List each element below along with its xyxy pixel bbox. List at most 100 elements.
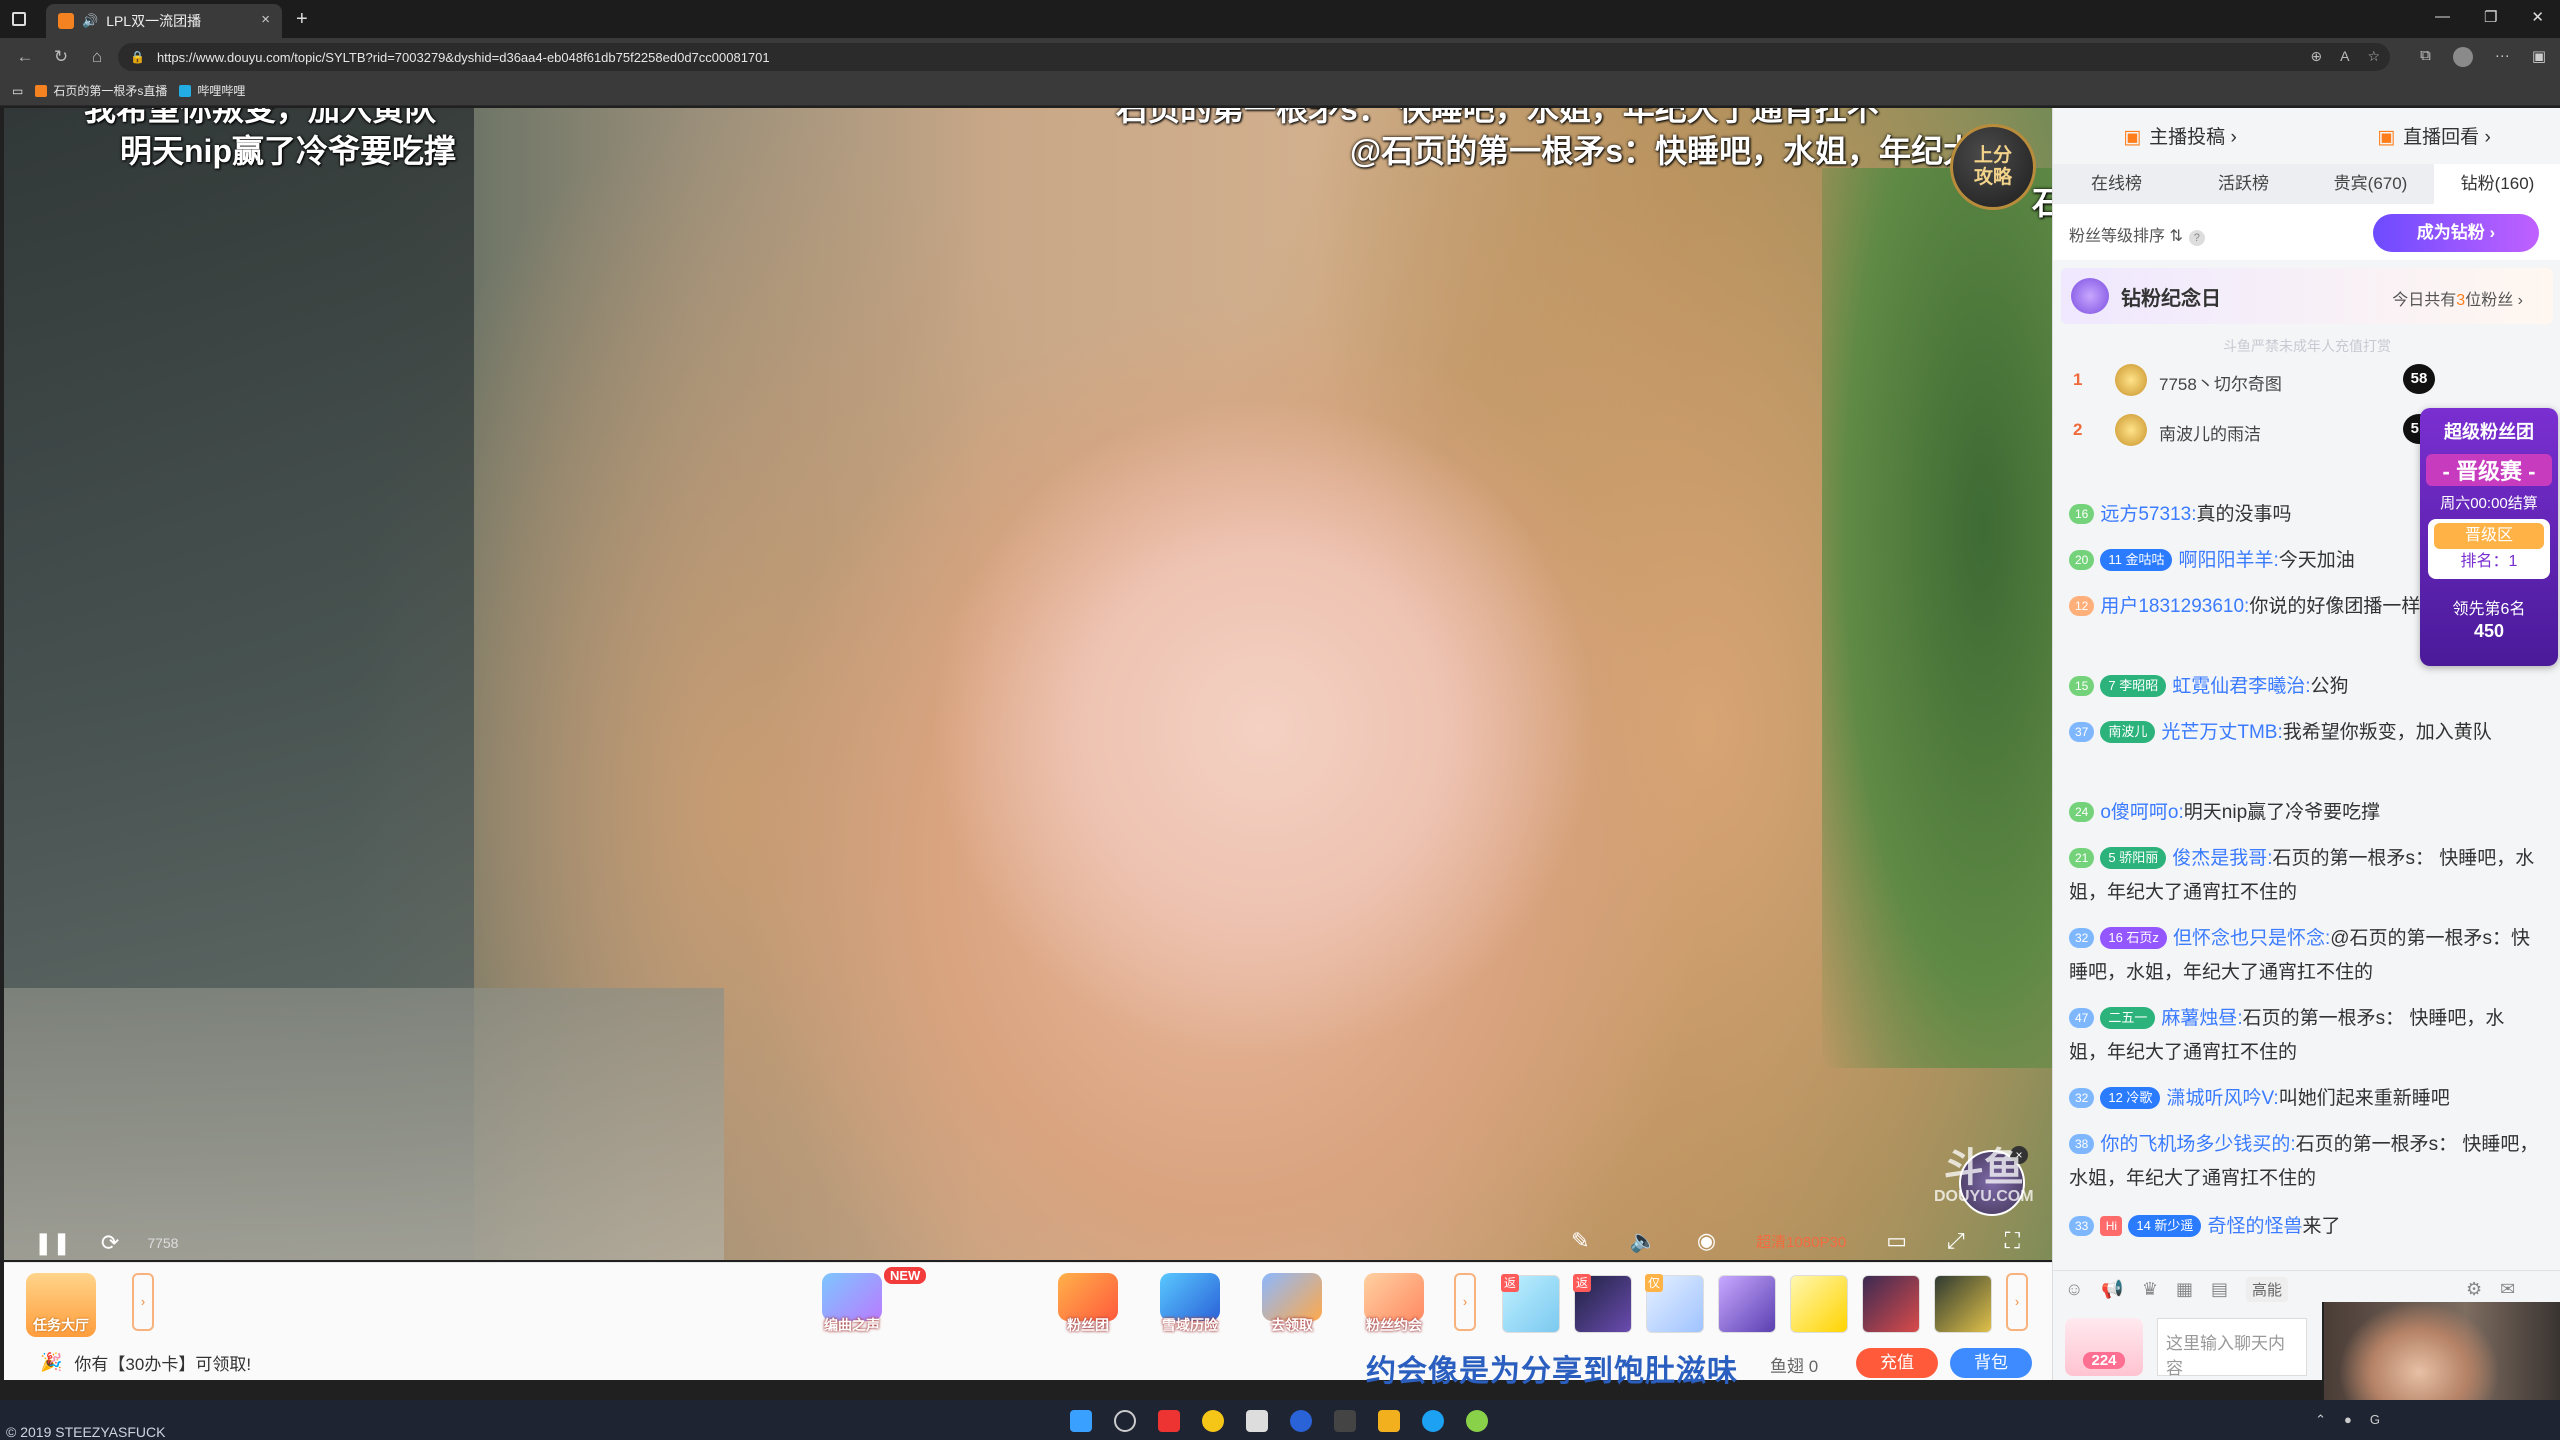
gift-item[interactable]: 返 bbox=[1573, 1274, 1632, 1333]
super-fan-panel[interactable]: 超级粉丝团 - 晋级赛 - 周六00:00结算 晋级区 排名：1 领先第6名 4… bbox=[2420, 408, 2558, 666]
read-aloud-icon[interactable]: A bbox=[2340, 48, 2349, 65]
reading-list-icon[interactable]: ▭ bbox=[12, 84, 23, 98]
pause-icon[interactable]: ❚❚ bbox=[34, 1230, 71, 1256]
chat-nick[interactable]: 奇怪的怪兽 bbox=[2207, 1216, 2302, 1237]
activity-music[interactable]: 编曲之声 bbox=[808, 1267, 896, 1341]
widescreen-icon[interactable]: ⤢ bbox=[1947, 1228, 1965, 1254]
chat-nick[interactable]: 虹霓仙君李曦治: bbox=[2172, 676, 2310, 697]
speaker-icon[interactable]: 🔊 bbox=[82, 13, 98, 29]
tab-close-icon[interactable]: × bbox=[261, 11, 270, 28]
volume-icon[interactable]: 🔈 bbox=[1630, 1228, 1657, 1254]
app-icon[interactable] bbox=[1378, 1410, 1400, 1432]
chat-nick[interactable]: 潇城听风吟V: bbox=[2166, 1088, 2278, 1109]
gift-item[interactable]: 返 bbox=[1501, 1274, 1560, 1333]
chat-nick[interactable]: 用户1831293610: bbox=[2100, 596, 2249, 617]
url-field[interactable]: 🔒 https://www.douyu.com/topic/SYLTB?rid=… bbox=[118, 43, 2390, 71]
tab-diamond-fans[interactable]: 钻粉(160) bbox=[2434, 164, 2560, 204]
megaphone-icon[interactable]: 📢 bbox=[2101, 1279, 2123, 1300]
tray-app-icon[interactable]: G bbox=[2370, 1412, 2380, 1428]
recharge-button[interactable]: 充值 bbox=[1856, 1348, 1938, 1378]
chat-nick[interactable]: 麻薯烛昼: bbox=[2161, 1008, 2242, 1029]
gift-box-icon[interactable]: ▦ bbox=[2176, 1279, 2193, 1300]
chat-nick[interactable]: 但怀念也只是怀念: bbox=[2173, 928, 2330, 949]
high-energy-button[interactable]: 高能 bbox=[2245, 1277, 2288, 1302]
chat-nick[interactable]: 光芒万丈TMB: bbox=[2161, 722, 2282, 743]
app-icon[interactable] bbox=[1334, 1410, 1356, 1432]
gift-item[interactable] bbox=[1934, 1275, 1992, 1333]
card-icon[interactable]: ▤ bbox=[2211, 1279, 2228, 1300]
activity-claim[interactable]: 去领取 bbox=[1248, 1267, 1336, 1341]
gift-item[interactable]: 仅 bbox=[1645, 1274, 1704, 1333]
minimize-button[interactable]: — bbox=[2435, 8, 2450, 26]
red-packet-icon[interactable]: ✉ bbox=[2500, 1279, 2515, 1300]
chat-nick[interactable]: 俊杰是我哥: bbox=[2172, 848, 2272, 869]
quality-selector[interactable]: 超清1080P30 bbox=[1756, 1231, 1846, 1252]
app-icon[interactable] bbox=[1290, 1410, 1312, 1432]
tab-vip[interactable]: 贵宾(670) bbox=[2307, 164, 2434, 204]
chat-nick[interactable]: 你的飞机场多少钱买的: bbox=[2100, 1134, 2295, 1155]
help-icon[interactable]: ? bbox=[2188, 230, 2205, 246]
replay-link[interactable]: ▣ 直播回看 › bbox=[2377, 122, 2491, 149]
strategy-badge[interactable]: 上分 攻略 bbox=[1950, 124, 2036, 210]
bookmark-douyu[interactable]: 石页的第一根矛s直播 bbox=[35, 82, 167, 99]
tab-active[interactable]: 活跃榜 bbox=[2180, 164, 2307, 204]
noble-icon[interactable]: ♛ bbox=[2142, 1279, 2158, 1300]
activity-fan-date[interactable]: 粉丝约会 bbox=[1350, 1267, 1438, 1341]
chat-nick[interactable]: 远方57313: bbox=[2100, 504, 2196, 525]
activity-fan-group[interactable]: 粉丝团 bbox=[1044, 1267, 1132, 1341]
chat-nick[interactable]: o傻呵呵o: bbox=[2100, 802, 2183, 823]
refresh-icon[interactable]: ↻ bbox=[50, 47, 72, 67]
tab-actions-icon[interactable] bbox=[12, 12, 26, 26]
chat-nick[interactable]: 啊阳阳羊羊: bbox=[2178, 550, 2278, 571]
start-icon[interactable] bbox=[1070, 1410, 1092, 1432]
task-hall-button[interactable]: 任务大厅 bbox=[26, 1273, 96, 1337]
back-icon[interactable]: ← bbox=[14, 47, 36, 67]
app-icon[interactable] bbox=[1246, 1410, 1268, 1432]
app-icon[interactable] bbox=[1158, 1410, 1180, 1432]
fullscreen-icon[interactable]: ⛶ bbox=[2005, 1228, 2020, 1254]
tray-app-icon[interactable]: ● bbox=[2344, 1412, 2352, 1428]
gift-scroll-left[interactable]: › bbox=[132, 1273, 154, 1331]
activity-snow-adventure[interactable]: 雪域历险 bbox=[1146, 1267, 1234, 1341]
new-tab-button[interactable]: + bbox=[296, 8, 308, 31]
browser-tab[interactable]: 🔊 LPL双一流团播 × bbox=[46, 4, 282, 38]
app-icon[interactable] bbox=[1202, 1410, 1224, 1432]
backpack-button[interactable]: 背包 bbox=[1950, 1348, 2032, 1378]
become-diamond-button[interactable]: 成为钻粉 › bbox=[2373, 214, 2539, 252]
gift-item[interactable] bbox=[1718, 1275, 1776, 1333]
app-icon[interactable] bbox=[1466, 1410, 1488, 1432]
danmaku-toggle-icon[interactable]: ✎ bbox=[1571, 1228, 1589, 1254]
gift-scroll-right[interactable]: › bbox=[2006, 1273, 2028, 1331]
more-icon[interactable]: ··· bbox=[2495, 47, 2510, 67]
tab-online[interactable]: 在线榜 bbox=[2053, 164, 2180, 204]
chat-input[interactable]: 这里输入聊天内容 bbox=[2157, 1318, 2307, 1378]
home-icon[interactable]: ⌂ bbox=[86, 47, 108, 67]
bookmark-bilibili[interactable]: 哔哩哔哩 bbox=[179, 82, 245, 99]
rank-row[interactable]: 1 7758丶切尔奇图 58 bbox=[2061, 358, 2441, 402]
collections-icon[interactable]: ⧉ bbox=[2420, 47, 2431, 67]
lock-icon[interactable]: 🔒 bbox=[130, 50, 145, 64]
card-notice[interactable]: 🎉 你有【30办卡】可领取! bbox=[40, 1350, 251, 1375]
gift-item[interactable] bbox=[1790, 1275, 1848, 1333]
streamer-upload-link[interactable]: ▣ 主播投稿 › bbox=[2123, 122, 2237, 149]
fans-count-badge[interactable]: 224 bbox=[2065, 1318, 2143, 1376]
activity-scroll-right[interactable]: › bbox=[1454, 1273, 1476, 1331]
pip-icon[interactable]: ▭ bbox=[1886, 1228, 1907, 1254]
edge-icon[interactable] bbox=[1422, 1410, 1444, 1432]
zoom-icon[interactable]: ⊕ bbox=[2310, 48, 2322, 65]
rank-row[interactable]: 2 南波儿的雨洁 51 bbox=[2061, 408, 2441, 452]
emoji-icon[interactable]: ☺ bbox=[2065, 1279, 2083, 1300]
gift-item[interactable] bbox=[1862, 1275, 1920, 1333]
tray-chevron-icon[interactable]: ⌃ bbox=[2315, 1412, 2326, 1428]
chat-settings-icon[interactable]: ⚙ bbox=[2466, 1279, 2482, 1300]
diamond-memorial-card[interactable]: 钻粉纪念日 今日共有3位粉丝 › bbox=[2061, 268, 2553, 324]
refresh-stream-icon[interactable]: ⟳ bbox=[101, 1230, 119, 1256]
fan-level-sort[interactable]: 粉丝等级排序 ⇅? bbox=[2069, 222, 2205, 246]
restore-button[interactable]: ❐ bbox=[2484, 8, 2497, 26]
favorite-star-icon[interactable]: ☆ bbox=[2367, 48, 2380, 65]
danmaku-settings-icon[interactable]: ◉ bbox=[1697, 1228, 1716, 1254]
video-player[interactable]: 我希望你叛变，加入黄队 明天nip赢了冷爷要吃撑 石页的第一根矛s： 快睡吧，水… bbox=[4, 108, 2052, 1260]
sidebar-toggle-icon[interactable]: ▣ bbox=[2532, 47, 2546, 67]
search-icon[interactable] bbox=[1114, 1410, 1136, 1432]
url-text[interactable]: https://www.douyu.com/topic/SYLTB?rid=70… bbox=[157, 50, 770, 65]
